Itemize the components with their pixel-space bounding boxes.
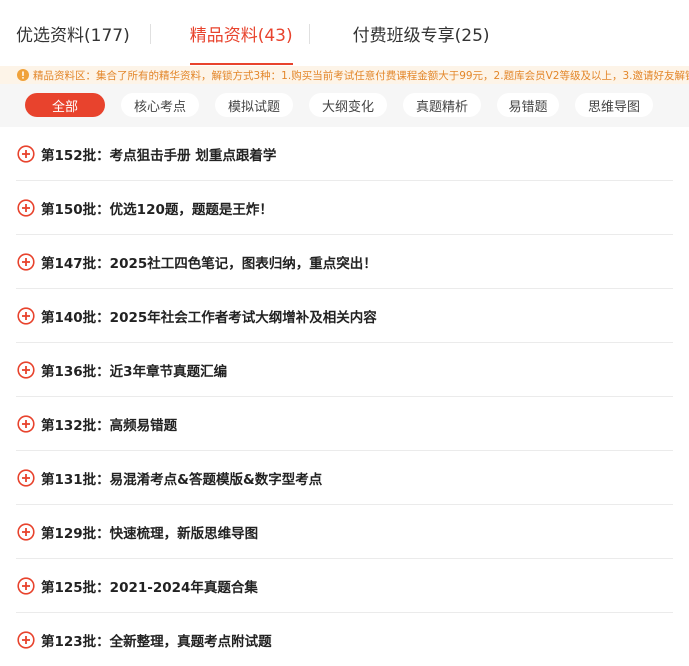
list-item-title: 第152批：考点狙击手册 划重点跟着学 <box>41 147 277 164</box>
list-item-title: 第140批：2025年社会工作者考试大纲增补及相关内容 <box>41 309 377 326</box>
list-item[interactable]: 第140批：2025年社会工作者考试大纲增补及相关内容 <box>16 289 673 343</box>
list-item[interactable]: 第150批：优选120题，题题是王炸！ <box>16 181 673 235</box>
filter-mind-map[interactable]: 思维导图 <box>575 93 653 117</box>
category-filter-bar: 全部 核心考点 模拟试题 大纲变化 真题精析 易错题 思维导图 <box>0 84 689 127</box>
list-item[interactable]: 第123批：全新整理，真题考点附试题 <box>16 613 673 666</box>
plus-circle-icon[interactable] <box>17 252 35 271</box>
plus-circle-icon[interactable] <box>17 468 35 487</box>
plus-circle-icon[interactable] <box>17 144 35 163</box>
list-item-title: 第131批：易混淆考点&答题模版&数字型考点 <box>41 471 323 488</box>
list-item-title: 第147批：2025社工四色笔记，图表归纳，重点突出！ <box>41 255 377 272</box>
list-item[interactable]: 第136批：近3年章节真题汇编 <box>16 343 673 397</box>
list-item[interactable]: 第132批：高频易错题 <box>16 397 673 451</box>
list-item[interactable]: 第131批：易混淆考点&答题模版&数字型考点 <box>16 451 673 505</box>
list-item-title: 第136批：近3年章节真题汇编 <box>41 363 228 380</box>
plus-circle-icon[interactable] <box>17 360 35 379</box>
plus-circle-icon[interactable] <box>17 306 35 325</box>
filter-mock-exams[interactable]: 模拟试题 <box>215 93 293 117</box>
filter-syllabus-changes[interactable]: 大纲变化 <box>309 93 387 117</box>
resource-tabs: 优选资料(177) 精品资料(43) 付费班级专享(25) <box>0 0 689 66</box>
warning-icon <box>17 69 29 81</box>
tab-selected-resources[interactable]: 优选资料(177) <box>16 21 130 46</box>
unlock-notice-bar: 精品资料区：集合了所有的精华资料，解锁方式3种：1.购买当前考试任意付费课程金额… <box>0 66 689 84</box>
plus-circle-icon[interactable] <box>17 198 35 217</box>
list-item[interactable]: 第129批：快速梳理，新版思维导图 <box>16 505 673 559</box>
tab-paid-class-exclusive[interactable]: 付费班级专享(25) <box>353 21 490 46</box>
list-item-title: 第150批：优选120题，题题是王炸！ <box>41 201 273 218</box>
list-item-title: 第123批：全新整理，真题考点附试题 <box>41 633 272 650</box>
filter-all[interactable]: 全部 <box>25 93 105 117</box>
notice-text: 精品资料区：集合了所有的精华资料，解锁方式3种：1.购买当前考试任意付费课程金额… <box>33 69 689 82</box>
list-item[interactable]: 第125批：2021-2024年真题合集 <box>16 559 673 613</box>
tab-divider <box>309 24 310 44</box>
plus-circle-icon[interactable] <box>17 414 35 433</box>
plus-circle-icon[interactable] <box>17 630 35 649</box>
resource-list: 第152批：考点狙击手册 划重点跟着学 第150批：优选120题，题题是王炸！ … <box>0 127 689 666</box>
filter-core-points[interactable]: 核心考点 <box>121 93 199 117</box>
list-item-title: 第125批：2021-2024年真题合集 <box>41 579 258 596</box>
list-item[interactable]: 第147批：2025社工四色笔记，图表归纳，重点突出！ <box>16 235 673 289</box>
plus-circle-icon[interactable] <box>17 522 35 541</box>
list-item-title: 第132批：高频易错题 <box>41 417 178 434</box>
list-item[interactable]: 第152批：考点狙击手册 划重点跟着学 <box>16 127 673 181</box>
filter-past-exam-analysis[interactable]: 真题精析 <box>403 93 481 117</box>
list-item-title: 第129批：快速梳理，新版思维导图 <box>41 525 259 542</box>
plus-circle-icon[interactable] <box>17 576 35 595</box>
tab-divider <box>150 24 151 44</box>
filter-error-prone[interactable]: 易错题 <box>497 93 559 117</box>
tab-premium-resources[interactable]: 精品资料(43) <box>189 21 293 65</box>
